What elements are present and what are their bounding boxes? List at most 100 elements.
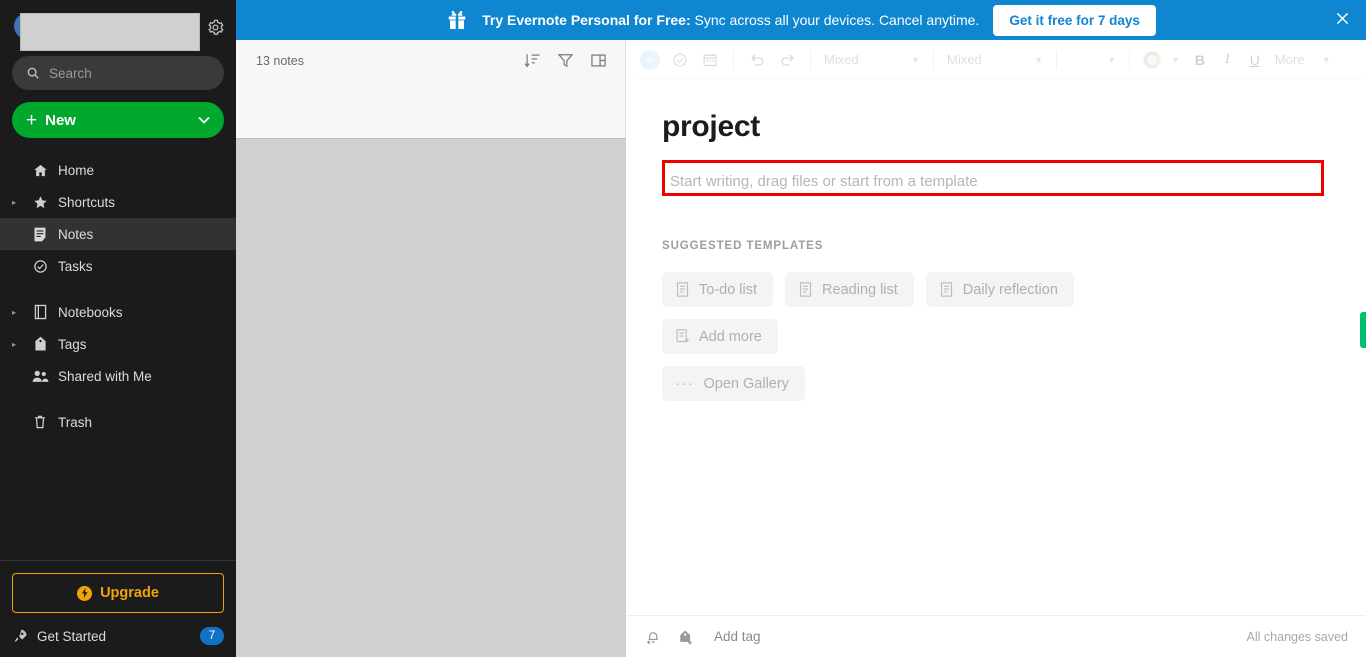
template-doc-icon bbox=[798, 281, 813, 298]
note-list-subheader: 13 notes bbox=[236, 40, 625, 69]
star-icon bbox=[31, 195, 49, 210]
filter-icon[interactable] bbox=[557, 52, 574, 69]
sidebar-item-label: Notes bbox=[58, 226, 94, 242]
color-wheel-icon[interactable] bbox=[1143, 50, 1161, 69]
undo-icon[interactable] bbox=[747, 50, 767, 70]
suggested-templates-row-2: Add more bbox=[662, 319, 1326, 354]
upgrade-label: Upgrade bbox=[100, 585, 159, 601]
gear-icon[interactable] bbox=[204, 16, 226, 38]
editor-toolbar: + Mixed ▼ Mixed ▼ ▼ ▼ B I U More ▼ bbox=[626, 40, 1366, 80]
sort-icon[interactable] bbox=[524, 52, 541, 69]
tag-plus-icon[interactable] bbox=[676, 627, 696, 647]
chevron-right-icon[interactable]: ▸ bbox=[12, 198, 22, 207]
sidebar-item-tags[interactable]: ▸ Tags bbox=[0, 328, 236, 360]
more-formatting-select[interactable]: More ▼ bbox=[1275, 52, 1331, 67]
notebook-icon bbox=[31, 304, 49, 320]
new-button[interactable]: + New bbox=[12, 102, 224, 138]
search-input[interactable] bbox=[49, 65, 210, 81]
toolbar-divider bbox=[933, 50, 934, 69]
suggested-templates-label: SUGGESTED TEMPLATES bbox=[662, 240, 824, 252]
template-chip-reading[interactable]: Reading list bbox=[785, 272, 914, 307]
sidebar-item-label: Tasks bbox=[58, 258, 93, 274]
editor-footer: Add tag All changes saved bbox=[626, 615, 1366, 657]
search-icon bbox=[26, 66, 40, 80]
bold-button[interactable]: B bbox=[1190, 52, 1210, 68]
suggested-templates-row-1: To-do list Reading list Daily reflection bbox=[662, 272, 1132, 307]
chevron-down-icon: ▼ bbox=[1034, 54, 1043, 65]
template-chip-label: Daily reflection bbox=[962, 281, 1058, 298]
sidebar-item-trash[interactable]: ▸ Trash bbox=[0, 406, 236, 438]
upgrade-button[interactable]: Upgrade bbox=[12, 573, 224, 613]
rocket-icon bbox=[12, 628, 28, 644]
get-started-label: Get Started bbox=[37, 628, 107, 644]
nav-divider-space bbox=[0, 282, 236, 296]
redo-icon[interactable] bbox=[777, 50, 797, 70]
note-body-input[interactable]: Start writing, drag files or start from … bbox=[662, 166, 1326, 196]
sidebar-item-label: Shared with Me bbox=[58, 368, 152, 384]
chevron-down-icon[interactable] bbox=[198, 116, 210, 124]
font-size-select[interactable]: Mixed ▼ bbox=[947, 52, 1043, 67]
font-family-select[interactable]: Mixed ▼ bbox=[824, 52, 920, 67]
trash-icon bbox=[31, 414, 49, 430]
bolt-icon bbox=[77, 585, 93, 601]
sidebar-item-tasks[interactable]: ▸ Tasks bbox=[0, 250, 236, 282]
sidebar-item-label: Home bbox=[58, 162, 95, 178]
sidebar-item-notes[interactable]: ▸ Notes bbox=[0, 218, 236, 250]
sidebar-item-home[interactable]: ▸ Home bbox=[0, 154, 236, 186]
template-doc-icon bbox=[675, 281, 690, 298]
chevron-right-icon[interactable]: ▸ bbox=[12, 308, 22, 317]
note-list-actions bbox=[524, 52, 607, 69]
font-family-value: Mixed bbox=[824, 52, 859, 67]
template-doc-icon bbox=[939, 281, 954, 298]
gift-icon bbox=[446, 9, 468, 31]
layout-icon[interactable] bbox=[590, 52, 607, 69]
suggested-templates-row-3: ··· Open Gallery bbox=[662, 366, 1326, 401]
sidebar-footer: Upgrade Get Started 7 bbox=[0, 560, 236, 657]
chevron-right-icon[interactable]: ▸ bbox=[12, 340, 22, 349]
italic-button[interactable]: I bbox=[1220, 52, 1235, 68]
editor-body: project Start writing, drag files or sta… bbox=[626, 80, 1366, 615]
nav-divider-space bbox=[0, 392, 236, 406]
get-started-item[interactable]: Get Started 7 bbox=[12, 627, 224, 645]
banner-cta-button[interactable]: Get it free for 7 days bbox=[993, 4, 1156, 36]
chevron-down-icon[interactable]: ▼ bbox=[1171, 55, 1180, 65]
more-formatting-label: More bbox=[1274, 52, 1305, 67]
template-chip-add-more[interactable]: Add more bbox=[662, 319, 778, 354]
toolbar-divider bbox=[810, 50, 811, 69]
evernote-window: + New ▸ Home ▸ Shortcuts bbox=[0, 0, 1366, 657]
banner-headline: Try Evernote Personal for Free: bbox=[482, 12, 691, 28]
template-chip-todo[interactable]: To-do list bbox=[662, 272, 774, 307]
open-gallery-chip[interactable]: ··· Open Gallery bbox=[662, 366, 805, 401]
note-count: 13 notes bbox=[256, 53, 304, 68]
calendar-icon[interactable] bbox=[700, 50, 720, 70]
search-box[interactable] bbox=[12, 56, 224, 90]
bell-plus-icon[interactable] bbox=[644, 627, 664, 647]
template-chip-daily-reflection[interactable]: Daily reflection bbox=[925, 272, 1074, 307]
plus-circle-icon[interactable]: + bbox=[640, 49, 660, 70]
add-tag-button[interactable]: Add tag bbox=[714, 629, 761, 644]
sidebar-item-label: Shortcuts bbox=[58, 194, 116, 210]
sidebar-item-label: Tags bbox=[58, 336, 87, 352]
note-list-panel: Notes 13 notes bbox=[236, 0, 626, 657]
sidebar-item-notebooks[interactable]: ▸ Notebooks bbox=[0, 296, 236, 328]
paragraph-style-select[interactable]: ▼ bbox=[1070, 55, 1116, 65]
get-started-badge: 7 bbox=[200, 627, 224, 645]
sidebar-nav: ▸ Home ▸ Shortcuts ▸ bbox=[0, 154, 236, 560]
note-title[interactable]: project bbox=[662, 110, 1326, 144]
note-icon bbox=[31, 227, 49, 242]
sidebar-item-shortcuts[interactable]: ▸ Shortcuts bbox=[0, 186, 236, 218]
banner-subtext: Sync across all your devices. Cancel any… bbox=[694, 12, 980, 28]
sidebar-item-shared-with-me[interactable]: ▸ Shared with Me bbox=[0, 360, 236, 392]
chevron-down-icon: ▼ bbox=[1107, 54, 1116, 65]
side-panel-handle[interactable] bbox=[1360, 312, 1366, 348]
toolbar-divider bbox=[733, 50, 734, 69]
open-gallery-label: Open Gallery bbox=[703, 375, 789, 392]
note-list-content-mask bbox=[236, 138, 626, 657]
toolbar-divider bbox=[1056, 50, 1057, 69]
underline-button[interactable]: U bbox=[1245, 52, 1265, 68]
plus-icon: + bbox=[26, 109, 38, 131]
promo-banner: Try Evernote Personal for Free: Sync acr… bbox=[236, 0, 1366, 40]
check-circle-icon[interactable] bbox=[670, 50, 690, 70]
account-name-mask bbox=[20, 13, 200, 51]
close-icon[interactable] bbox=[1335, 11, 1350, 26]
